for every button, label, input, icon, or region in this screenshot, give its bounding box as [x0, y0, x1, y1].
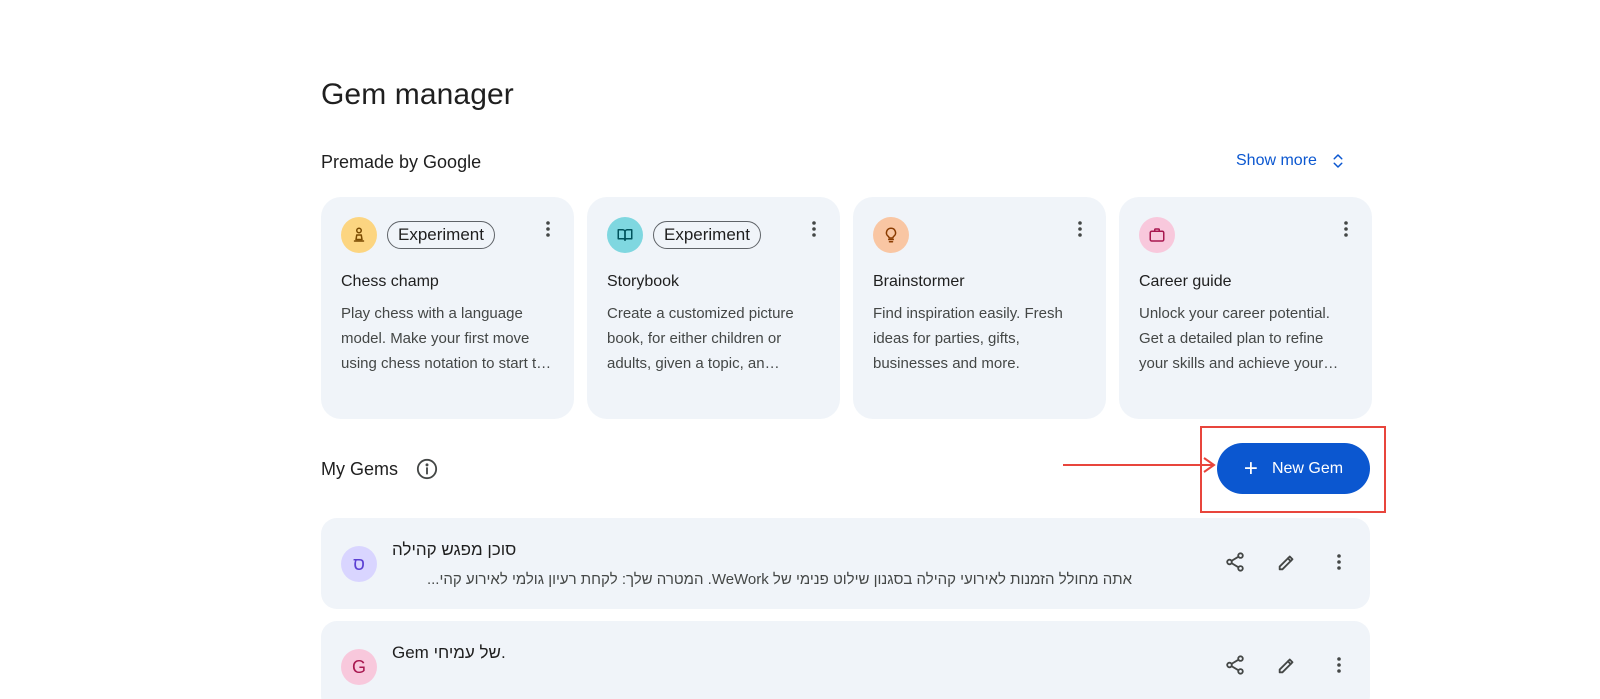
lightbulb-icon	[873, 217, 909, 253]
my-gems-label: My Gems	[321, 458, 399, 479]
experiment-badge: Experiment	[387, 221, 495, 249]
new-gem-label: New Gem	[1271, 459, 1344, 477]
share-icon[interactable]	[1224, 551, 1246, 573]
more-options-icon[interactable]	[1328, 551, 1350, 573]
edit-pencil-icon[interactable]	[1276, 654, 1298, 676]
card-name: Chess champ	[341, 273, 439, 290]
plus-icon: +	[1243, 454, 1258, 482]
gem-manager-page: Gem manager Premade by Google Show more …	[0, 0, 1600, 699]
premade-section-title: Premade by Google	[321, 152, 482, 172]
premade-card-brainstormer[interactable]: Brainstormer Find inspiration easily. Fr…	[853, 197, 1106, 419]
gem-row[interactable]: ס סוכן מפגש קהילה אתה מחולל הזמנות לאירו…	[321, 518, 1370, 609]
share-icon[interactable]	[1224, 654, 1246, 676]
more-options-icon[interactable]	[802, 217, 826, 241]
more-options-icon[interactable]	[1068, 217, 1092, 241]
new-gem-button[interactable]: + New Gem	[1217, 443, 1370, 494]
premade-card-career-guide[interactable]: Career guide Unlock your career potentia…	[1119, 197, 1372, 419]
page-title: Gem manager	[321, 78, 514, 111]
premade-card-chess-champ[interactable]: Experiment Chess champ Play chess with a…	[321, 197, 574, 419]
avatar: G	[341, 649, 377, 685]
annotation-arrow	[1063, 457, 1216, 473]
row-actions	[1224, 654, 1350, 676]
edit-pencil-icon[interactable]	[1276, 551, 1298, 573]
show-more-label: Show more	[1236, 152, 1317, 169]
card-name: Brainstormer	[873, 273, 965, 290]
my-gems-title: My Gems	[321, 458, 438, 480]
card-name: Career guide	[1139, 273, 1232, 290]
premade-card-storybook[interactable]: Experiment Storybook Create a customized…	[587, 197, 840, 419]
gem-name: Gem של עמיחי.	[392, 643, 506, 662]
card-description: Play chess with a language model. Make y…	[341, 305, 553, 372]
card-description: Unlock your career potential. Get a deta…	[1139, 305, 1330, 372]
more-options-icon[interactable]	[536, 217, 560, 241]
briefcase-icon	[1139, 217, 1175, 253]
open-book-icon	[607, 217, 643, 253]
chess-pawn-icon	[341, 217, 377, 253]
more-options-icon[interactable]	[1328, 654, 1350, 676]
show-more-button[interactable]: Show more	[1236, 152, 1347, 170]
more-options-icon[interactable]	[1334, 217, 1358, 241]
experiment-badge: Experiment	[653, 221, 761, 249]
row-actions	[1224, 551, 1350, 573]
card-description: Find inspiration easily. Fresh ideas for…	[873, 305, 1063, 372]
expand-chevron-icon	[1333, 154, 1343, 168]
card-name: Storybook	[607, 273, 680, 290]
gem-description: אתה מחולל הזמנות לאירועי קהילה בסגנון שי…	[426, 571, 1132, 588]
premade-cards: Experiment Chess champ Play chess with a…	[321, 197, 1372, 419]
gem-name: סוכן מפגש קהילה	[392, 540, 517, 559]
gem-row[interactable]: G Gem של עמיחי.	[321, 621, 1370, 699]
info-icon[interactable]	[416, 458, 438, 480]
card-description: Create a customized picture book, for ei…	[607, 305, 794, 372]
avatar: ס	[341, 546, 377, 582]
